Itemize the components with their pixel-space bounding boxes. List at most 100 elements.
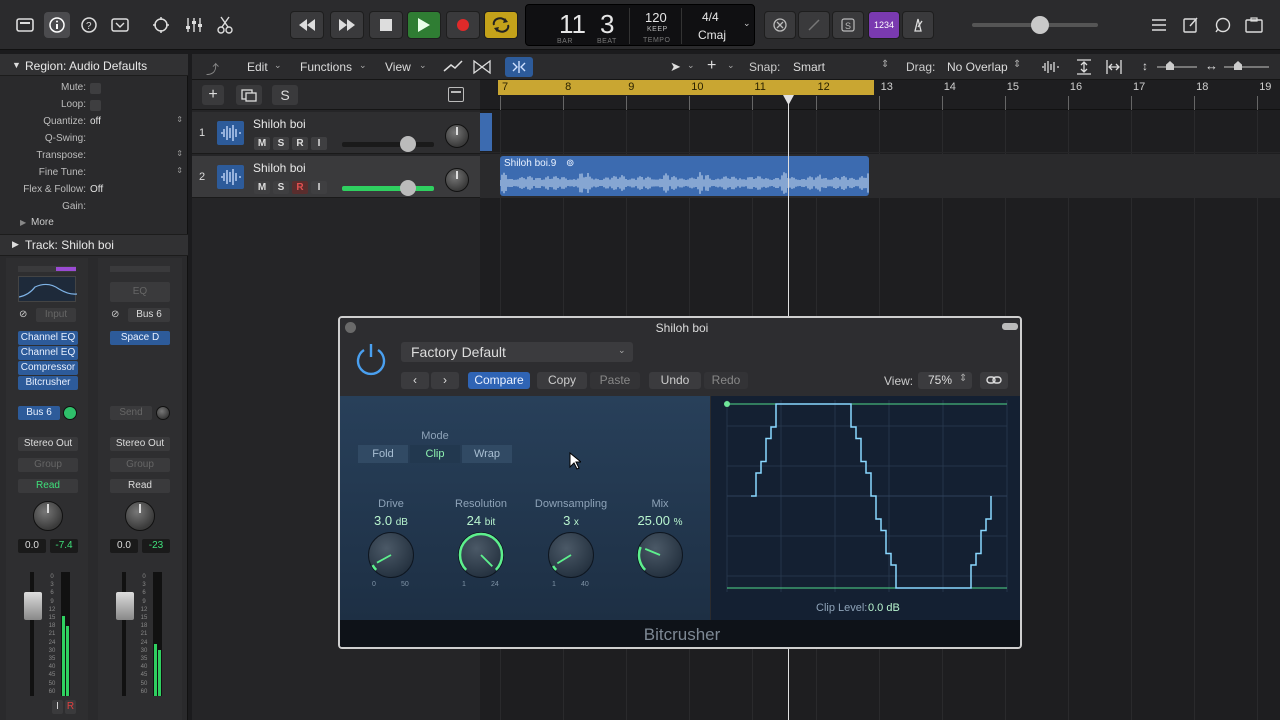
track-i-button[interactable]: I — [311, 137, 327, 150]
track-header-2[interactable]: 2 Shiloh boi M S R I — [192, 156, 480, 198]
inspector-checkbox[interactable] — [90, 83, 101, 94]
horizontal-zoom-handle[interactable] — [1234, 61, 1242, 70]
param-value[interactable]: 3.0 dB — [346, 513, 436, 528]
pointer-chevron-down-icon[interactable]: ⌄ — [687, 60, 695, 71]
param-value[interactable]: 25.00 % — [615, 513, 705, 528]
loop-browser-icon[interactable] — [1210, 12, 1236, 38]
fast-forward-button[interactable] — [330, 11, 364, 39]
automation-icon[interactable] — [443, 59, 463, 78]
add-track-button[interactable]: + — [202, 85, 224, 105]
global-solo-icon[interactable]: S — [272, 85, 298, 105]
param-value[interactable]: 3 x — [526, 513, 616, 528]
preset-menu[interactable]: Factory Default — [401, 342, 633, 362]
window-resize-button[interactable] — [1002, 323, 1018, 330]
track-disclosure-triangle-icon[interactable]: ▶ — [12, 239, 19, 250]
mode-fold-button[interactable]: Fold — [358, 445, 408, 463]
cycle-button[interactable] — [484, 11, 518, 39]
paste-button[interactable]: Paste — [590, 372, 640, 389]
toolbar-icon[interactable] — [107, 12, 133, 38]
library-icon[interactable] — [12, 12, 38, 38]
strip2-input-bus[interactable]: Bus 6 — [128, 308, 170, 322]
lane-1[interactable] — [480, 111, 1280, 153]
drag-select[interactable]: No Overlap — [947, 60, 1008, 74]
param-knob[interactable] — [637, 532, 683, 578]
preset-chevron-down-icon[interactable]: ⌄ — [618, 345, 626, 356]
editors-scissors-icon[interactable] — [212, 12, 238, 38]
stepper-icon[interactable]: ⇕ — [176, 149, 183, 158]
track-m-button[interactable]: M — [254, 181, 270, 194]
strip2-output[interactable]: Stereo Out — [110, 437, 170, 451]
functions-chevron-down-icon[interactable]: ⌄ — [359, 60, 367, 71]
audio-region[interactable]: Shiloh boi.9 ⊚ — [500, 156, 869, 196]
horizontal-zoom-slider[interactable] — [1224, 66, 1269, 68]
strip2-group[interactable]: Group — [110, 458, 170, 472]
inspector-row[interactable]: Mute: — [0, 80, 188, 97]
metronome-icon[interactable] — [902, 11, 934, 39]
strip1-peak-value[interactable]: -7.4 — [50, 539, 78, 553]
catch-playhead-button[interactable] — [505, 57, 533, 77]
track-volume-slider[interactable] — [342, 142, 434, 147]
flex-icon[interactable] — [472, 59, 492, 78]
master-volume-handle[interactable] — [1031, 16, 1049, 34]
strip2-link-icon[interactable]: ⊘ — [111, 309, 119, 320]
strip2-peak-value[interactable]: -23 — [142, 539, 170, 553]
track-r-button[interactable]: R — [292, 137, 308, 150]
bypass-power-icon[interactable] — [354, 342, 388, 379]
strip2-volume-value[interactable]: 0.0 — [110, 539, 138, 553]
mixer-icon[interactable] — [181, 12, 207, 38]
catch-icon[interactable]: ⤴ — [206, 59, 219, 78]
more-triangle-icon[interactable]: ▶ — [20, 218, 26, 227]
snap-select[interactable]: Smart — [793, 60, 825, 74]
track-header-1[interactable]: 1 Shiloh boi M S R I — [192, 112, 480, 154]
inspector-row[interactable]: Quantize: off ⇕ — [0, 114, 188, 131]
inspector-row[interactable]: Q-Swing: — [0, 131, 188, 148]
edit-menu[interactable]: Edit — [247, 60, 268, 74]
record-button[interactable] — [446, 11, 480, 39]
strip1-plugin-1[interactable]: Channel EQ — [18, 331, 78, 345]
strip1-record-button[interactable]: R — [65, 700, 76, 714]
track-s-button[interactable]: S — [273, 137, 289, 150]
strip1-plugin-3[interactable]: Compressor — [18, 361, 78, 375]
strip1-input-monitor-button[interactable]: I — [52, 700, 63, 714]
strip2-fader-handle[interactable] — [116, 592, 134, 620]
param-knob[interactable] — [368, 532, 414, 578]
strip1-output[interactable]: Stereo Out — [18, 437, 78, 451]
global-tracks-icon[interactable] — [448, 87, 464, 102]
lane1-region-stub[interactable] — [480, 113, 492, 151]
lcd-display[interactable]: 11 3 BAR BEAT 120 KEEP TEMPO 4/4 Cmaj — [525, 4, 755, 46]
vertical-zoom-handle[interactable] — [1166, 61, 1174, 70]
count-in-button[interactable]: 1234 — [868, 11, 900, 39]
duplicate-track-button[interactable] — [236, 85, 262, 105]
mode-clip-button[interactable]: Clip — [410, 445, 460, 463]
strip1-volume-value[interactable]: 0.0 — [18, 539, 46, 553]
audio-track-icon[interactable] — [217, 165, 244, 189]
tuner-icon[interactable] — [798, 11, 830, 39]
strip1-link-icon[interactable]: ⊘ — [19, 309, 27, 320]
notepad-icon[interactable] — [1178, 12, 1204, 38]
track-pan-knob[interactable] — [445, 124, 469, 148]
redo-button[interactable]: Redo — [704, 372, 748, 389]
help-icon[interactable]: ? — [76, 12, 102, 38]
mode-wrap-button[interactable]: Wrap — [462, 445, 512, 463]
smart-controls-icon[interactable] — [148, 12, 174, 38]
solo-icon[interactable]: S — [832, 11, 864, 39]
track-inspector-title[interactable]: Track: Shiloh boi — [25, 238, 114, 252]
next-preset-button[interactable]: › — [431, 372, 459, 389]
track-s-button[interactable]: S — [273, 181, 289, 194]
strip2-automation[interactable]: Read — [110, 479, 170, 493]
strip2-send-knob[interactable] — [156, 406, 170, 420]
tool-chevron-down-icon[interactable]: ⌄ — [727, 60, 735, 71]
strip1-plugin-2[interactable]: Channel EQ — [18, 346, 78, 360]
vertical-zoom-slider[interactable] — [1157, 66, 1197, 68]
link-icon[interactable] — [980, 372, 1008, 389]
strip1-plugin-4[interactable]: Bitcrusher — [18, 376, 78, 390]
track-volume-handle[interactable] — [400, 180, 416, 196]
track-pan-knob[interactable] — [445, 168, 469, 192]
param-value[interactable]: 24 bit — [436, 513, 526, 528]
track-volume-handle[interactable] — [400, 136, 416, 152]
copy-button[interactable]: Copy — [537, 372, 587, 389]
inspector-row[interactable]: Flex & Follow: Off — [0, 182, 188, 199]
strip2-eq-slot[interactable]: EQ — [110, 282, 170, 302]
strip1-group[interactable]: Group — [18, 458, 78, 472]
view-menu[interactable]: View — [385, 60, 411, 74]
